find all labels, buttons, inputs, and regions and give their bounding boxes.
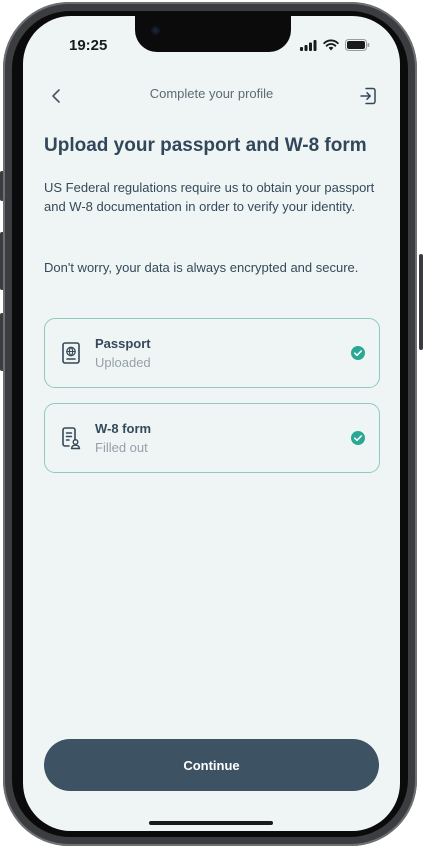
app-screen: 19:25 Complete your profile Upload your … [23, 16, 400, 831]
nav-title: Complete your profile [149, 86, 274, 101]
page-heading: Upload your passport and W-8 form [44, 135, 367, 156]
status-icons [300, 38, 370, 52]
power-button [419, 254, 423, 350]
passport-status: Uploaded [95, 355, 151, 370]
w8-form-status: Filled out [95, 440, 148, 455]
w8-form-card[interactable]: W-8 form Filled out [44, 403, 380, 473]
battery-icon [345, 39, 370, 51]
home-indicator[interactable] [149, 821, 273, 825]
front-camera [151, 26, 160, 35]
wifi-icon [323, 39, 339, 51]
notch [135, 16, 291, 52]
w8-form-title: W-8 form [95, 421, 152, 436]
page-description: US Federal regulations require us to obt… [44, 180, 375, 214]
security-note: Don't worry, your data is always encrypt… [44, 260, 359, 275]
check-circle-icon [351, 346, 365, 360]
status-time: 19:25 [69, 37, 108, 54]
check-circle-icon [351, 431, 365, 445]
passport-card[interactable]: Passport Uploaded [44, 318, 380, 388]
nav-bar: Complete your profile [23, 84, 400, 112]
passport-title: Passport [95, 336, 151, 351]
form-person-icon [62, 427, 81, 450]
continue-button[interactable]: Continue [44, 739, 379, 791]
exit-button[interactable] [356, 84, 380, 108]
signal-icon [300, 39, 317, 51]
passport-icon [62, 342, 80, 364]
exit-icon [360, 87, 376, 105]
